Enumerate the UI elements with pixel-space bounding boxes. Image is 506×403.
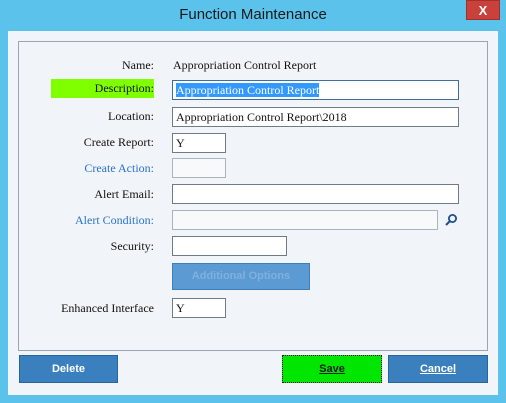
function-maintenance-window: Function Maintenance X Name: Appropriati… (0, 0, 506, 403)
description-input[interactable]: Appropriation Control Report (172, 80, 459, 100)
description-selected-text: Appropriation Control Report (176, 83, 320, 97)
location-input[interactable]: Appropriation Control Report\2018 (172, 107, 459, 127)
search-icon[interactable] (444, 213, 458, 227)
cancel-button-label: Cancel (419, 363, 457, 375)
create-action-label: Create Action: (84, 161, 154, 175)
form-panel: Name: Appropriation Control Report Descr… (18, 41, 488, 351)
delete-button[interactable]: Delete (19, 355, 118, 383)
name-value: Appropriation Control Report (173, 58, 317, 72)
save-button-label: Save (319, 363, 345, 375)
enhanced-interface-label: Enhanced Interface (61, 301, 154, 315)
title-bar: Function Maintenance X (0, 0, 506, 32)
alert-condition-input[interactable] (172, 210, 438, 230)
create-report-label: Create Report: (83, 135, 154, 149)
description-label: Description: (50, 79, 154, 98)
save-button[interactable]: Save (282, 355, 382, 383)
security-input[interactable] (172, 236, 287, 256)
alert-condition-label: Alert Condition: (75, 213, 154, 227)
create-report-input[interactable]: Y (172, 133, 226, 153)
alert-email-label: Alert Email: (94, 187, 154, 201)
name-label: Name: (122, 58, 154, 72)
security-label: Security: (110, 239, 154, 253)
location-label: Location: (108, 109, 154, 123)
create-action-input[interactable] (172, 158, 226, 178)
close-button[interactable]: X (466, 0, 500, 20)
alert-email-input[interactable] (172, 184, 459, 204)
window-title: Function Maintenance (179, 6, 327, 23)
dialog-client-area: Name: Appropriation Control Report Descr… (8, 31, 498, 395)
cancel-button[interactable]: Cancel (388, 355, 488, 383)
additional-options-button[interactable]: Additional Options (172, 263, 310, 290)
enhanced-interface-input[interactable]: Y (172, 298, 226, 318)
